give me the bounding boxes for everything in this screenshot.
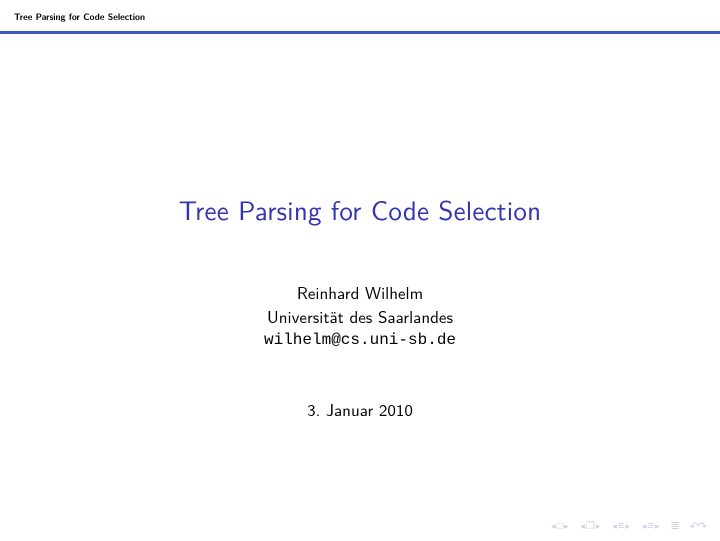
- author-block: Reinhard Wilhelm Universität des Saarlan…: [264, 281, 456, 351]
- nav-subframe-group[interactable]: ◂ ❐ ▸: [579, 522, 601, 532]
- author-affiliation: Universität des Saarlandes: [264, 305, 456, 329]
- author-email: wilhelm@cs.uni-sb.de: [264, 329, 456, 351]
- nav-next-icon: ▸: [624, 522, 631, 531]
- beamer-nav-footer: ◂ □ ▸ ◂ ❐ ▸ ◂ ≡ ▸ ◂ ≡ ▸ ≣ ↶↷: [550, 520, 706, 533]
- slide-date: 3. Januar 2010: [307, 397, 413, 422]
- nav-next-icon: ▸: [595, 522, 602, 531]
- nav-frame-group[interactable]: ◂ □ ▸: [550, 522, 569, 532]
- nav-next-icon: ▸: [563, 522, 570, 531]
- author-name: Reinhard Wilhelm: [264, 281, 456, 305]
- slide-title: Tree Parsing for Code Selection: [179, 190, 542, 229]
- nav-appendix-icon[interactable]: ≣: [670, 521, 679, 532]
- nav-section-group[interactable]: ◂ ≡ ▸: [611, 521, 630, 532]
- nav-backforward-icon[interactable]: ↶↷: [690, 520, 706, 533]
- nav-subsection-group[interactable]: ◂ ≡ ▸: [641, 521, 660, 532]
- nav-subframe-icon: ❐: [586, 522, 595, 532]
- nav-next-icon: ▸: [654, 522, 661, 531]
- slide-content: Tree Parsing for Code Selection Reinhard…: [0, 0, 720, 541]
